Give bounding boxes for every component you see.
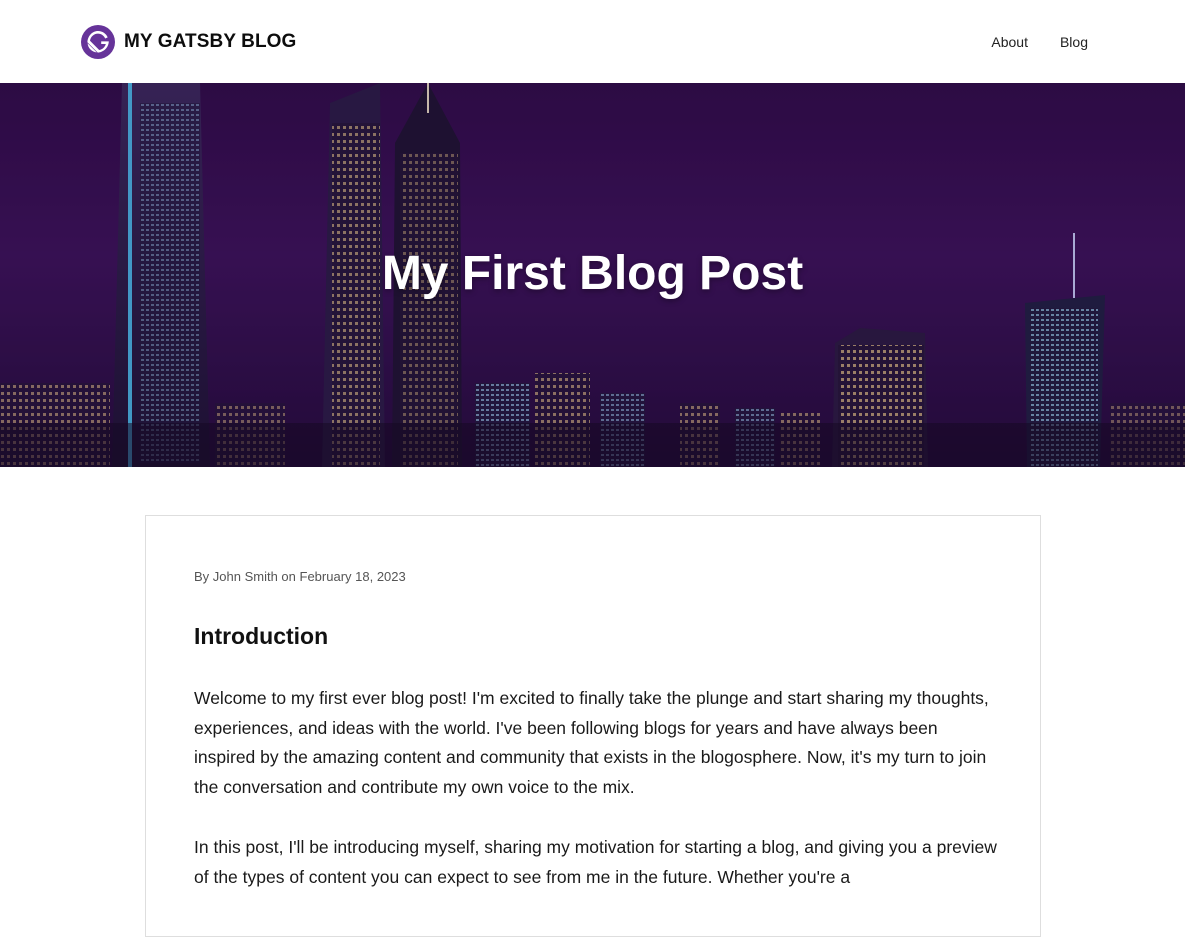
main-nav: About Blog [991, 33, 1088, 51]
site-title: MY GATSBY BLOG [124, 30, 297, 52]
post-paragraph: Welcome to my first ever blog post! I'm … [194, 688, 989, 797]
post-byline: By John Smith on February 18, 2023 [194, 569, 406, 584]
nav-link-about[interactable]: About [991, 33, 1028, 51]
nav-link-blog[interactable]: Blog [1060, 33, 1088, 51]
gatsby-logo-icon [81, 24, 115, 59]
site-header: MY GATSBY BLOG About Blog [0, 0, 1185, 83]
home-link[interactable]: MY GATSBY BLOG [80, 23, 296, 60]
hero-banner: My First Blog Post [0, 83, 1185, 467]
post-card: By John Smith on February 18, 2023 Intro… [145, 515, 1041, 937]
post-title: My First Blog Post [381, 247, 804, 300]
section-heading: Introduction [194, 623, 329, 649]
post-paragraph: In this post, I'll be introducing myself… [194, 837, 997, 887]
